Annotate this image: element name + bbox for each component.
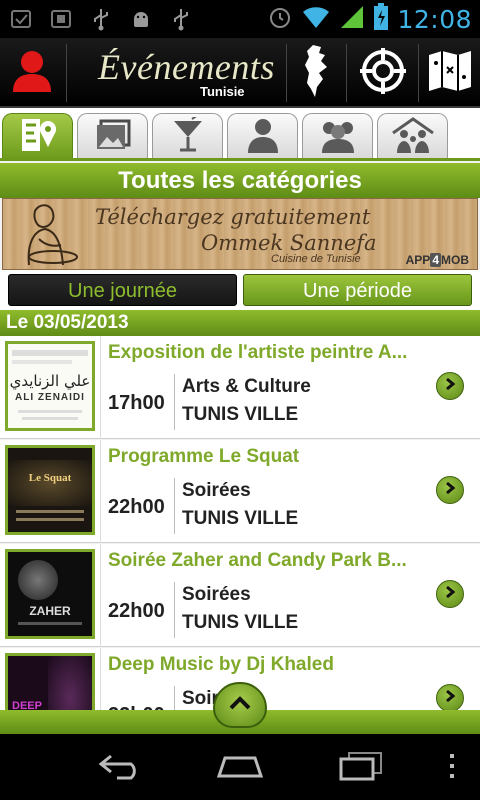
back-icon (97, 752, 145, 785)
logo-subtitle: Tunisie (200, 84, 245, 99)
app-logo: Événements Tunisie (72, 38, 282, 108)
screenshot-icon (48, 6, 74, 32)
event-category: Soirées (182, 480, 251, 501)
event-category: Arts & Culture (182, 376, 311, 397)
wifi-icon (301, 4, 331, 35)
event-time: 22h00 (108, 600, 165, 622)
cocktail-icon (172, 113, 204, 158)
banner-line-3: Cuisine de Tunisie (271, 253, 361, 265)
event-title: Programme Le Squat (108, 446, 300, 467)
home-button[interactable] (214, 752, 266, 784)
system-nav-bar (0, 734, 480, 800)
chevron-right-icon (443, 689, 457, 708)
tab-all-events[interactable] (2, 113, 73, 160)
event-detail-button[interactable] (436, 684, 464, 712)
status-clock: 12:08 (397, 4, 472, 34)
usb-icon (168, 6, 194, 32)
profile-button[interactable] (0, 38, 64, 108)
battery-charging-icon (373, 2, 389, 36)
event-title: Deep Music by Dj Khaled (108, 654, 334, 675)
date-header: Le 03/05/2013 (0, 310, 480, 336)
event-row[interactable]: ZAHER Soirée Zaher and Candy Park B... 2… (0, 544, 480, 647)
event-thumbnail: علي الزنايدي ALI ZENAIDI (5, 341, 95, 431)
category-tabs (0, 108, 480, 161)
tab-personalities[interactable] (227, 113, 298, 160)
person-icon (246, 117, 280, 158)
tab-gallery[interactable] (77, 113, 148, 160)
map-button[interactable] (420, 38, 480, 108)
more-vertical-icon (448, 752, 456, 785)
event-title: Soirée Zaher and Candy Park B... (108, 550, 407, 571)
event-time: 22h00 (108, 496, 165, 518)
nearby-button[interactable] (350, 38, 416, 108)
chevron-right-icon (443, 377, 457, 396)
map-icon (427, 49, 473, 98)
tab-nightlife[interactable] (152, 113, 223, 160)
period-button[interactable]: Une période (243, 274, 472, 306)
check-icon (8, 6, 34, 32)
event-detail-button[interactable] (436, 580, 464, 608)
category-title: Toutes les catégories (0, 163, 480, 198)
gallery-icon (95, 119, 131, 156)
android-debug-icon (128, 6, 154, 32)
home-icon (215, 752, 265, 785)
overflow-menu-button[interactable] (440, 752, 464, 784)
main-content: Toutes les catégories Téléchargez gratui… (0, 108, 480, 734)
chef-illustration (9, 201, 89, 269)
user-icon (10, 48, 54, 99)
event-tag-icon (18, 117, 58, 158)
back-button[interactable] (96, 752, 146, 784)
event-detail-button[interactable] (436, 372, 464, 400)
signal-icon (339, 4, 365, 35)
family-icon (391, 116, 435, 158)
banner-line-2: Ommek Sannefa (201, 231, 377, 255)
tunisia-map-icon (299, 43, 331, 104)
event-row[interactable]: Le Squat Programme Le Squat 22h00 Soirée… (0, 440, 480, 543)
chevron-right-icon (443, 481, 457, 500)
event-location: TUNIS VILLE (182, 404, 299, 425)
chevron-up-icon (228, 694, 252, 717)
app-header: Événements Tunisie (0, 38, 480, 108)
event-location: TUNIS VILLE (182, 508, 299, 529)
target-icon (359, 47, 407, 100)
one-day-button[interactable]: Une journée (8, 274, 237, 306)
usb-icon (88, 6, 114, 32)
region-map-button[interactable] (288, 38, 342, 108)
banner-brand: APP 4 MOB (405, 253, 469, 267)
event-thumbnail: Le Squat (5, 445, 95, 535)
chevron-right-icon (443, 585, 457, 604)
event-title: Exposition de l'artiste peintre A... (108, 342, 408, 363)
event-time: 17h00 (108, 392, 165, 414)
event-row[interactable]: علي الزنايدي ALI ZENAIDI Exposition de l… (0, 336, 480, 439)
recent-apps-icon (337, 751, 385, 786)
event-category: Soirées (182, 584, 251, 605)
tab-groups[interactable] (302, 113, 373, 160)
alarm-icon (267, 4, 293, 35)
group-icon (318, 117, 358, 158)
status-bar: 12:08 (0, 0, 480, 38)
tab-family[interactable] (377, 113, 448, 160)
ad-banner[interactable]: Téléchargez gratuitement Ommek Sannefa C… (2, 198, 478, 270)
recent-apps-button[interactable] (336, 751, 386, 786)
scroll-up-button[interactable] (213, 682, 267, 728)
event-detail-button[interactable] (436, 476, 464, 504)
period-selector: Une journée Une période (0, 270, 480, 310)
event-location: TUNIS VILLE (182, 612, 299, 633)
tabs-underline (0, 158, 480, 161)
logo-title: Événements (98, 47, 275, 87)
event-thumbnail: ZAHER (5, 549, 95, 639)
event-list[interactable]: علي الزنايدي ALI ZENAIDI Exposition de l… (0, 336, 480, 734)
banner-line-1: Téléchargez gratuitement (95, 205, 371, 229)
